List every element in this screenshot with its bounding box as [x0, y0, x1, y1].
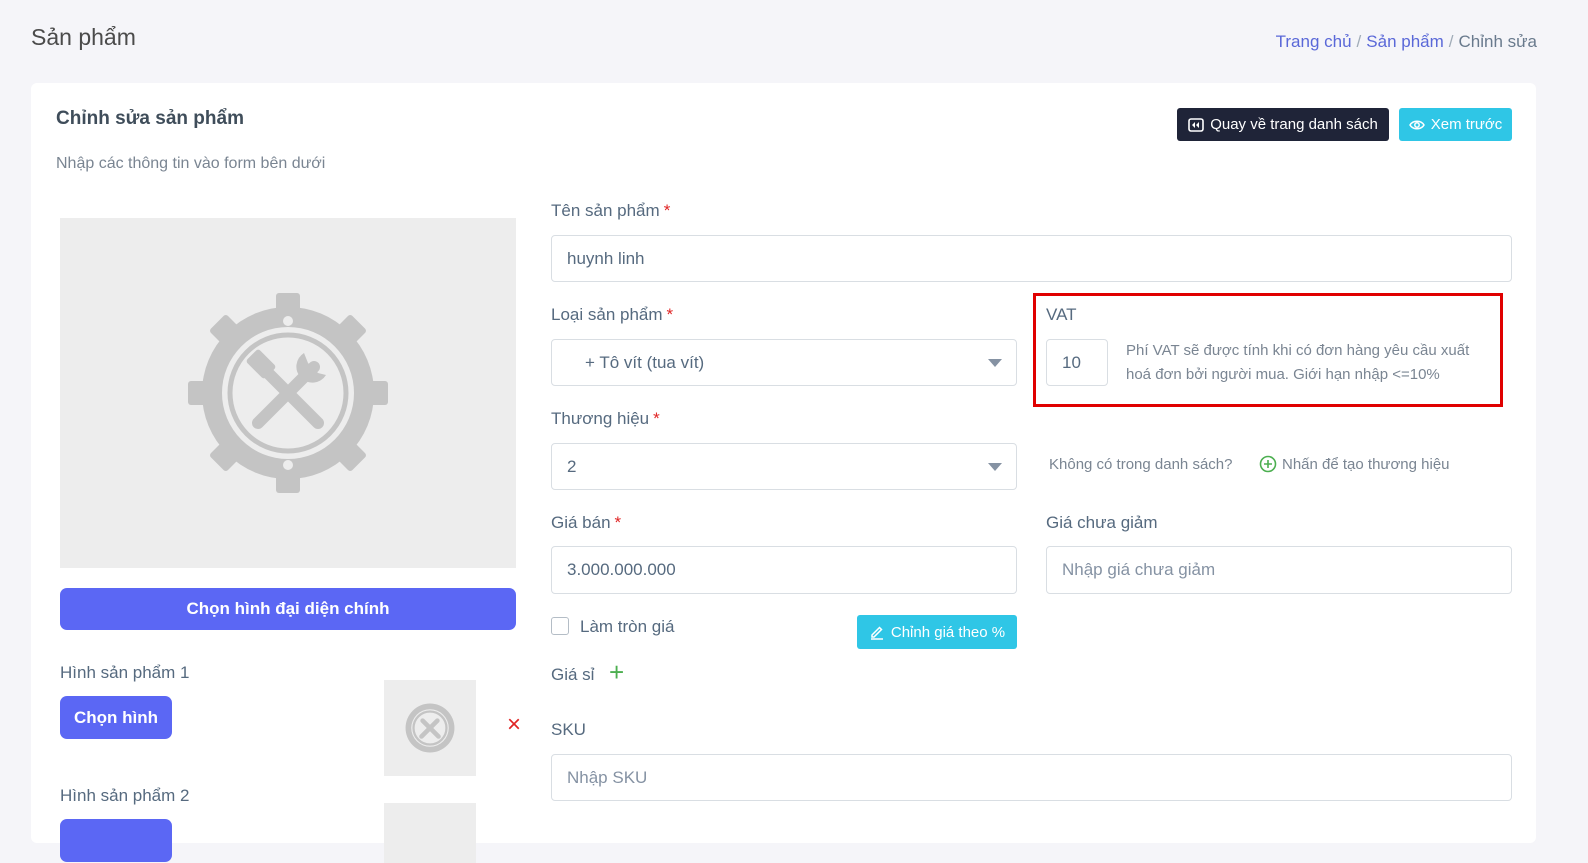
original-price-input[interactable]: Nhập giá chưa giảm [1046, 546, 1512, 594]
choose-image-2-button[interactable] [60, 819, 172, 862]
vat-label: VAT [1046, 305, 1077, 324]
eye-icon [1408, 120, 1425, 129]
rewind-icon [1188, 117, 1204, 132]
create-brand-label: Nhấn để tạo thương hiệu [1282, 455, 1450, 473]
product-name-input[interactable]: huynh linh [551, 235, 1512, 282]
sku-label: SKU [551, 720, 586, 739]
product-image-1-label: Hình sản phẩm 1 [60, 663, 190, 682]
breadcrumb-separator: / [1448, 32, 1454, 51]
choose-image-1-button[interactable]: Chọn hình [60, 696, 172, 739]
chevron-down-icon [988, 462, 1002, 471]
card-subtitle: Nhập các thông tin vào form bên dưới [56, 155, 326, 172]
create-brand-link[interactable]: Nhấn để tạo thương hiệu [1259, 455, 1450, 473]
remove-image-1-icon[interactable]: × [507, 711, 521, 739]
adjust-price-percent-button[interactable]: Chỉnh giá theo % [857, 615, 1017, 649]
product-image-2-label: Hình sản phẩm 2 [60, 786, 190, 805]
brand-not-in-list-hint: Không có trong danh sách? [1049, 456, 1233, 473]
tools-gear-icon [405, 703, 455, 753]
breadcrumb-separator: / [1356, 32, 1362, 51]
brand-value: 2 [567, 456, 577, 476]
vat-note: Phí VAT sẽ được tính khi có đơn hàng yêu… [1126, 342, 1470, 383]
main-image-placeholder [60, 218, 516, 568]
wholesale-price-label: Giá sỉ [551, 665, 595, 684]
breadcrumb-current: Chỉnh sửa [1458, 32, 1537, 51]
tools-gear-icon [188, 293, 388, 493]
brand-select[interactable]: 2 [551, 443, 1017, 490]
card-title: Chỉnh sửa sản phẩm [56, 108, 244, 129]
choose-main-image-button[interactable]: Chọn hình đại diện chính [60, 588, 516, 630]
back-button-label: Quay về trang danh sách [1210, 116, 1378, 133]
product-type-select[interactable]: + Tô vít (tua vít) [551, 339, 1017, 386]
original-price-label: Giá chưa giảm [1046, 513, 1158, 532]
product-image-2-thumbnail [384, 803, 476, 863]
sku-input[interactable]: Nhập SKU [551, 754, 1512, 801]
breadcrumb-products[interactable]: Sản phẩm [1366, 32, 1444, 51]
plus-circle-icon [1259, 455, 1277, 473]
back-to-list-button[interactable]: Quay về trang danh sách [1177, 108, 1389, 141]
product-image-1-thumbnail [384, 680, 476, 776]
brand-label: Thương hiệu * [551, 409, 660, 428]
product-name-label: Tên sản phẩm * [551, 201, 671, 220]
breadcrumb: Trang chủ / Sản phẩm / Chỉnh sửa [1276, 32, 1537, 52]
edit-product-card: Chỉnh sửa sản phẩm Nhập các thông tin và… [31, 83, 1536, 863]
round-price-label: Làm tròn giá [580, 617, 675, 636]
edit-icon [870, 626, 883, 640]
add-wholesale-price-icon[interactable]: + [609, 659, 624, 685]
price-input[interactable]: 3.000.000.000 [551, 546, 1017, 594]
price-label: Giá bán * [551, 513, 622, 532]
preview-button[interactable]: Xem trước [1399, 108, 1512, 141]
preview-button-label: Xem trước [1430, 116, 1503, 133]
product-type-label: Loại sản phẩm * [551, 305, 674, 324]
round-price-checkbox[interactable] [551, 617, 569, 635]
vat-input[interactable]: 10 [1046, 339, 1108, 386]
page-title: Sản phẩm [31, 24, 136, 50]
adjust-price-percent-label: Chỉnh giá theo % [890, 623, 1006, 641]
breadcrumb-home[interactable]: Trang chủ [1276, 32, 1352, 51]
chevron-down-icon [988, 358, 1002, 367]
product-type-value: + Tô vít (tua vít) [585, 352, 705, 372]
